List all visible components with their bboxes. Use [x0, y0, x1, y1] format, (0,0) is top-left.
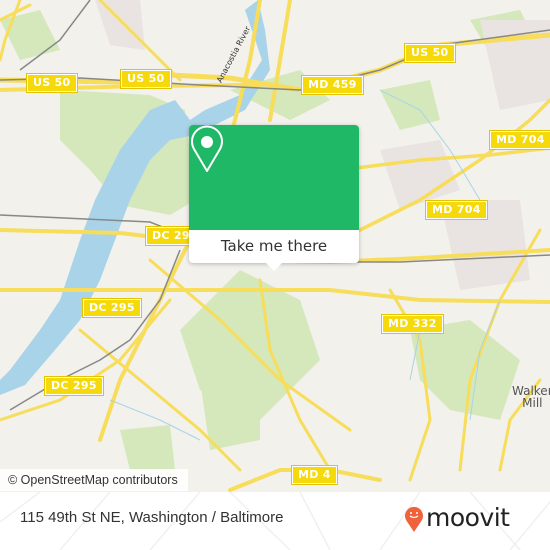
- location-popup: Take me there: [189, 125, 359, 271]
- route-shield-us50: US 50: [404, 43, 456, 63]
- place-label-line: Mill: [522, 396, 543, 410]
- take-me-there-button[interactable]: Take me there: [189, 230, 359, 263]
- popup-header: [189, 125, 359, 230]
- popup-pointer: [265, 262, 283, 271]
- route-shield-md332: MD 332: [381, 314, 444, 334]
- route-shield-md459: MD 459: [301, 75, 364, 95]
- place-label-walker-mill: Walker Mill: [512, 385, 550, 409]
- route-shield-us50: US 50: [120, 69, 172, 89]
- moovit-wordmark: moovit: [426, 503, 510, 532]
- moovit-smile-pin-icon: [405, 506, 423, 532]
- address-text: 115 49th St NE, Washington / Baltimore: [20, 509, 284, 526]
- route-shield-us50: US 50: [26, 73, 78, 93]
- route-shield-dc295: DC 295: [82, 298, 142, 318]
- route-shield-md4: MD 4: [291, 465, 338, 485]
- location-pin-icon: [191, 125, 223, 172]
- map-view[interactable]: US 50 US 50 US 50 MD 459 MD 704 MD 704 D…: [0, 0, 550, 492]
- route-shield-md704: MD 704: [489, 130, 550, 150]
- route-shield-md704: MD 704: [425, 200, 488, 220]
- route-shield-dc295: DC 295: [44, 376, 104, 396]
- map-attribution[interactable]: © OpenStreetMap contributors: [0, 469, 188, 491]
